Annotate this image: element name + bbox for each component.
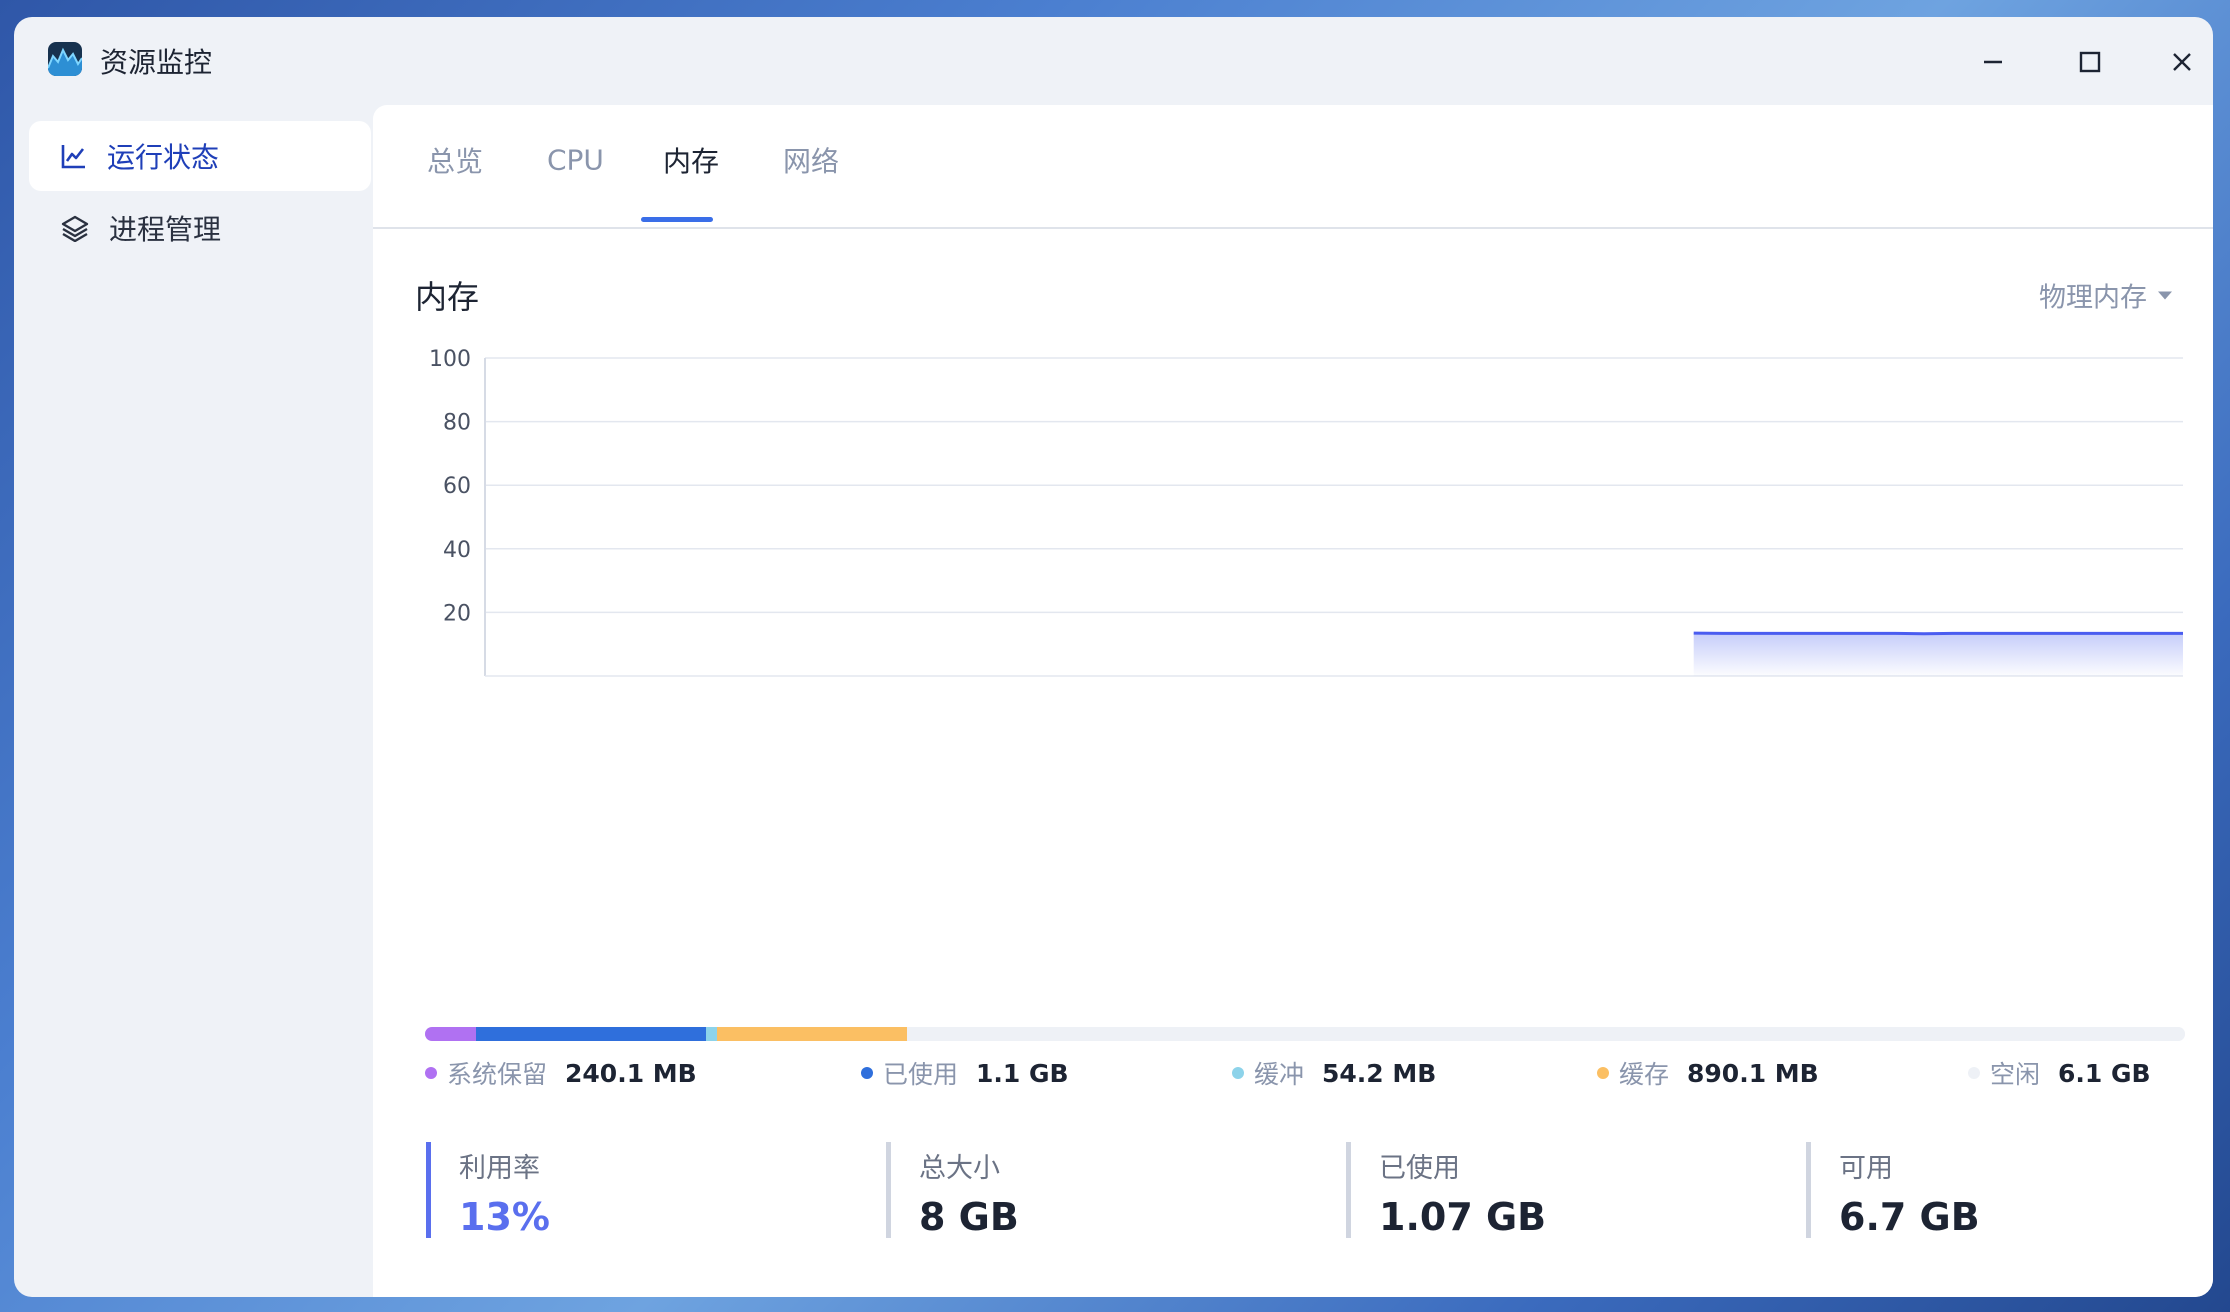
maximize-icon [2079,51,2101,73]
y-tick-label: 20 [443,601,471,626]
legend-label: 已使用 [883,1060,959,1089]
stat-label: 总大小 [919,1153,1000,1184]
sidebar-item-label: 运行状态 [107,141,220,174]
legend-value: 240.1 MB [565,1058,697,1088]
maximize-button[interactable] [2067,39,2113,85]
stat-label: 已使用 [1379,1153,1460,1184]
memory-usage-chart: 20 40 60 80 100 [429,347,2183,677]
legend-dot [1232,1067,1244,1079]
legend-used: 已使用 1.1 GB [861,1055,1069,1091]
minimize-icon [1984,60,2002,64]
legend-dot [425,1067,437,1079]
legend-dot [861,1067,873,1079]
memory-series-line [1693,631,2183,636]
memory-series-area [1693,633,2183,676]
legend-value: 1.1 GB [976,1058,1069,1088]
close-icon [2173,53,2191,71]
stat-used: 已使用 1.07 GB [1346,1142,1547,1239]
legend-value: 6.1 GB [2058,1058,2151,1088]
usage-bar-segment [705,1027,718,1041]
legend-free: 空闲 6.1 GB [1968,1055,2151,1091]
legend-label: 系统保留 [447,1060,548,1089]
stat-label: 利用率 [459,1153,540,1184]
window-title: 资源监控 [100,46,213,79]
close-button[interactable] [2159,39,2205,85]
legend-dot [1968,1067,1980,1079]
stat-value: 13% [459,1195,550,1239]
usage-bar-segment [717,1027,908,1041]
resource-monitor-window: 资源监控 运行状态 进程管理 总览 CPU 内存 网络 内存 物理内存 20 4… [14,17,2213,1297]
usage-bar-segment [425,1027,477,1041]
sidebar-item-label: 进程管理 [109,213,222,246]
memory-usage-bar [425,1027,2185,1041]
minimize-button[interactable] [1970,39,2016,85]
legend-buffer: 缓冲 54.2 MB [1232,1055,1436,1091]
resource-monitor-app-icon [48,42,82,76]
usage-bar-segment [907,1027,2185,1041]
layers-icon [61,215,89,242]
stat-available: 可用 6.7 GB [1806,1142,1980,1239]
legend-value: 890.1 MB [1687,1058,1819,1088]
y-tick-label: 60 [443,474,471,499]
legend-system-reserved: 系统保留 240.1 MB [425,1055,697,1091]
legend-cache: 缓存 890.1 MB [1597,1055,1819,1091]
sidebar-item-process-management[interactable]: 进程管理 [29,193,371,263]
stat-value: 6.7 GB [1839,1195,1980,1239]
legend-label: 缓存 [1619,1060,1670,1089]
y-tick-label: 80 [443,411,471,436]
stat-label: 可用 [1839,1153,1893,1184]
y-tick-label: 100 [429,347,471,372]
title-bar: 资源监控 [14,17,2213,105]
sidebar-item-running-status[interactable]: 运行状态 [29,121,371,191]
line-chart-icon [61,145,85,169]
usage-bar-segment [476,1027,706,1041]
legend-dot [1597,1067,1609,1079]
legend-label: 空闲 [1990,1060,2041,1089]
stat-total-size: 总大小 8 GB [886,1142,1019,1239]
stat-value: 1.07 GB [1379,1195,1547,1239]
legend-label: 缓冲 [1254,1060,1305,1089]
main-panel: 总览 CPU 内存 网络 内存 物理内存 20 40 60 80 100 系统保留 [373,105,2213,1297]
stat-value: 8 GB [919,1195,1019,1239]
legend-value: 54.2 MB [1322,1058,1437,1088]
stat-utilization: 利用率 13% [426,1142,550,1239]
y-tick-label: 40 [443,538,471,563]
